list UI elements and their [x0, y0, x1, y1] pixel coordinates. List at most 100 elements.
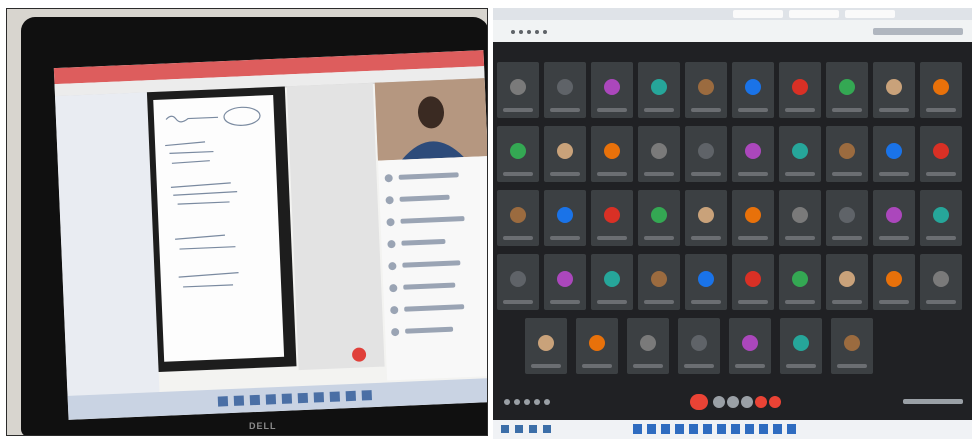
participant-avatar [933, 143, 949, 159]
participant-tile[interactable] [497, 190, 539, 246]
participant-tile[interactable] [826, 190, 868, 246]
control-bar-icons [504, 394, 963, 410]
participant-tile[interactable] [638, 62, 680, 118]
participant-tile[interactable] [525, 318, 567, 374]
participant-tile[interactable] [920, 126, 962, 182]
participant-name-label [832, 172, 862, 176]
participant-avatar [792, 143, 808, 159]
participant-tile[interactable] [685, 126, 727, 182]
participant-avatar [604, 207, 620, 223]
participant-tile[interactable] [591, 62, 633, 118]
participant-name-label [738, 300, 768, 304]
participant-name-label [550, 108, 580, 112]
participant-name-label [531, 364, 561, 368]
participant-avatar [538, 335, 554, 351]
presenter-video [374, 78, 487, 161]
participant-avatar [557, 207, 573, 223]
participant-avatar [698, 207, 714, 223]
participant-avatar [886, 207, 902, 223]
participant-tile[interactable] [638, 126, 680, 182]
participant-tile[interactable] [779, 62, 821, 118]
participant-tile[interactable] [591, 126, 633, 182]
participant-avatar [839, 207, 855, 223]
participant-avatar [557, 143, 573, 159]
participant-name-label [786, 364, 816, 368]
participant-tile[interactable] [576, 318, 618, 374]
participant-tile[interactable] [627, 318, 669, 374]
participant-name-label [879, 108, 909, 112]
participant-tile[interactable] [685, 254, 727, 310]
participant-name-label [837, 364, 867, 368]
meeting-screenshot [493, 8, 972, 439]
participant-tile[interactable] [732, 126, 774, 182]
participant-avatar [557, 79, 573, 95]
participant-tile[interactable] [780, 318, 822, 374]
participant-tile[interactable] [685, 190, 727, 246]
participant-tile[interactable] [591, 190, 633, 246]
participant-avatar [651, 207, 667, 223]
participant-name-label [738, 108, 768, 112]
person-silhouette-icon [374, 78, 487, 161]
participant-tile[interactable] [873, 62, 915, 118]
participant-tile[interactable] [779, 254, 821, 310]
participant-name-label [633, 364, 663, 368]
participant-name-label [832, 236, 862, 240]
participant-name-label [738, 236, 768, 240]
participant-name-label [832, 108, 862, 112]
participant-tile[interactable] [920, 62, 962, 118]
participant-avatar [651, 79, 667, 95]
participant-name-label [691, 108, 721, 112]
participant-tile[interactable] [873, 126, 915, 182]
participant-tile[interactable] [638, 190, 680, 246]
participant-tile[interactable] [873, 190, 915, 246]
participant-tile[interactable] [873, 254, 915, 310]
participant-avatar [691, 335, 707, 351]
participant-name-label [644, 172, 674, 176]
participant-tile[interactable] [779, 126, 821, 182]
participant-tile[interactable] [826, 126, 868, 182]
participant-avatar [844, 335, 860, 351]
participant-tile[interactable] [638, 254, 680, 310]
participant-tile[interactable] [591, 254, 633, 310]
participant-avatar [651, 271, 667, 287]
participant-tile[interactable] [920, 254, 962, 310]
participant-name-label [503, 108, 533, 112]
participant-tile[interactable] [544, 126, 586, 182]
participant-tile[interactable] [678, 318, 720, 374]
taskbar-icons [501, 424, 796, 434]
participant-tile[interactable] [732, 254, 774, 310]
participant-tile[interactable] [497, 254, 539, 310]
participant-tile[interactable] [826, 62, 868, 118]
browser-toolbar-icons [493, 8, 972, 35]
participant-tile[interactable] [544, 62, 586, 118]
participant-tile[interactable] [732, 62, 774, 118]
participant-avatar [886, 143, 902, 159]
participant-avatar [745, 207, 761, 223]
participant-avatar [745, 143, 761, 159]
participant-tile[interactable] [779, 190, 821, 246]
participant-tile[interactable] [544, 254, 586, 310]
participant-tile[interactable] [831, 318, 873, 374]
participant-avatar [557, 271, 573, 287]
participant-avatar [745, 271, 761, 287]
participant-avatar [933, 207, 949, 223]
participant-avatar [510, 271, 526, 287]
participant-avatar [839, 271, 855, 287]
participant-avatar [604, 79, 620, 95]
participant-name-label [926, 108, 956, 112]
participant-tile[interactable] [497, 126, 539, 182]
participant-avatar [510, 207, 526, 223]
participant-tile[interactable] [920, 190, 962, 246]
participant-tile[interactable] [544, 190, 586, 246]
participant-tile[interactable] [826, 254, 868, 310]
participant-name-label [832, 300, 862, 304]
participant-tile[interactable] [729, 318, 771, 374]
participant-name-label [644, 300, 674, 304]
participant-name-label [926, 236, 956, 240]
participant-tile[interactable] [497, 62, 539, 118]
participant-name-label [785, 172, 815, 176]
participant-tile[interactable] [685, 62, 727, 118]
participant-name-label [503, 172, 533, 176]
participant-tile[interactable] [732, 190, 774, 246]
participant-avatar [640, 335, 656, 351]
